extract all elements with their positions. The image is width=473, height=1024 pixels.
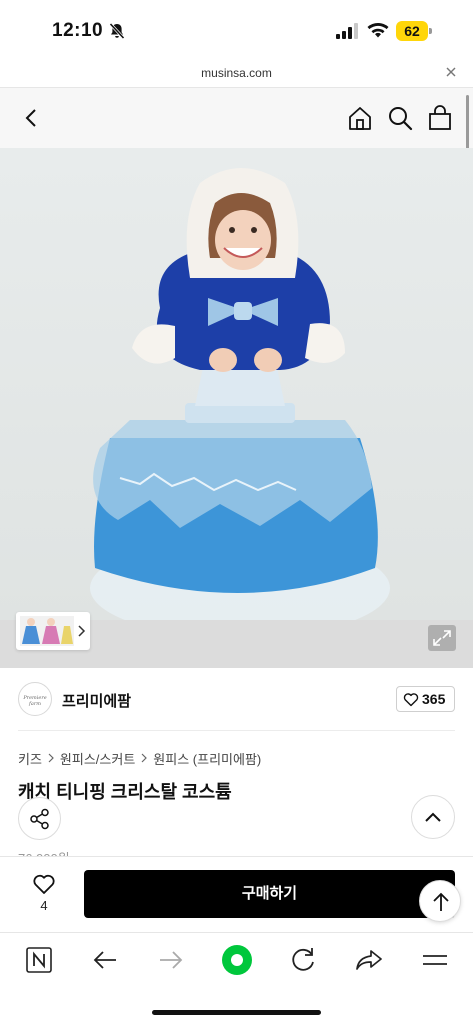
wifi-icon <box>367 23 389 38</box>
forward-arrow-icon[interactable] <box>156 945 186 975</box>
thumbnail-gallery-button[interactable] <box>16 612 90 650</box>
share-button[interactable] <box>18 797 61 840</box>
expand-icon <box>433 630 451 646</box>
brand-name[interactable]: 프리미에팜 <box>62 690 131 711</box>
brand-logo[interactable]: Premiere farm <box>18 682 52 716</box>
cellular-signal-icon <box>336 23 358 39</box>
like-button[interactable]: 365 <box>396 686 455 712</box>
chevron-right-icon <box>78 625 86 637</box>
chevron-right-icon <box>48 753 54 763</box>
battery-level: 62 <box>404 23 420 39</box>
app-header <box>0 88 473 148</box>
shopping-bag-icon[interactable] <box>426 104 454 132</box>
breadcrumb-item[interactable]: 키즈 <box>18 749 42 768</box>
like-count: 365 <box>422 691 446 707</box>
home-indicator <box>152 1010 321 1015</box>
breadcrumb-item[interactable]: 원피스/스커트 <box>60 749 135 768</box>
search-icon[interactable] <box>386 104 414 132</box>
url-bar[interactable]: musinsa.com <box>0 60 473 88</box>
status-time: 12:10 <box>52 20 104 41</box>
menu-icon[interactable] <box>420 945 450 975</box>
expand-image-button[interactable] <box>428 625 456 651</box>
product-illustration <box>90 168 390 620</box>
scroll-to-top-button[interactable] <box>419 880 461 922</box>
back-arrow-icon[interactable] <box>90 945 120 975</box>
buy-button[interactable]: 구매하기 <box>84 870 455 918</box>
heart-icon[interactable] <box>32 873 56 895</box>
share-arrow-icon[interactable] <box>354 945 384 975</box>
collapse-button[interactable] <box>411 795 455 839</box>
close-icon[interactable] <box>445 66 457 78</box>
bell-off-icon <box>109 22 125 40</box>
chevron-right-icon <box>141 753 148 763</box>
breadcrumb: 키즈 원피스/스커트 원피스 (프리미에팜) <box>18 749 261 767</box>
naver-n-icon[interactable] <box>24 945 54 975</box>
status-bar: 12:10 62 <box>0 0 473 60</box>
refresh-icon[interactable] <box>288 945 318 975</box>
divider <box>18 730 455 731</box>
green-dot-icon[interactable] <box>220 943 254 977</box>
chevron-up-icon <box>425 812 441 822</box>
product-photo[interactable] <box>0 148 473 620</box>
breadcrumb-item[interactable]: 원피스 (프리미에팜) <box>153 749 261 768</box>
battery-icon: 62 <box>396 21 432 41</box>
url-text[interactable]: musinsa.com <box>0 66 473 80</box>
arrow-up-icon <box>433 892 449 911</box>
wish-count: 4 <box>40 898 48 913</box>
share-icon <box>30 808 49 830</box>
brand-logo-text: Premiere farm <box>23 695 47 707</box>
home-icon[interactable] <box>346 104 374 132</box>
back-chevron-icon[interactable] <box>16 104 44 132</box>
thumbnail-image <box>20 616 74 646</box>
heart-icon <box>403 693 419 707</box>
